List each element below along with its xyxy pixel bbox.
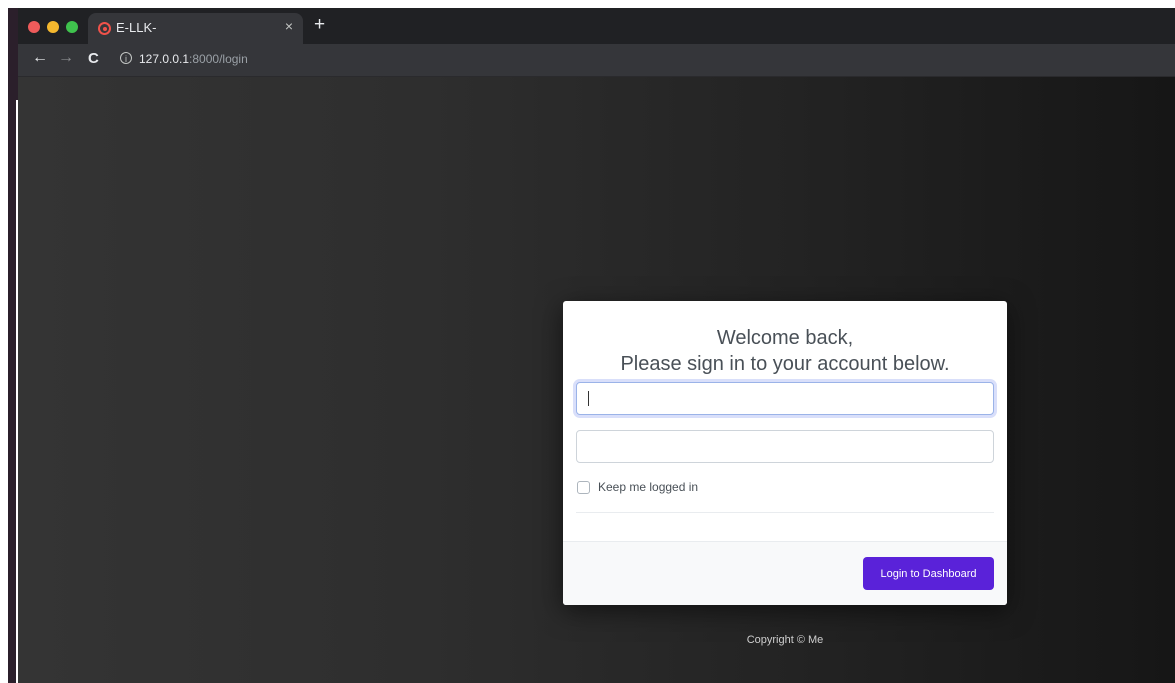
form-divider: [576, 512, 994, 513]
password-field[interactable]: [576, 430, 994, 463]
screen: E-LLK- × + ← → C i 127.0.0.1:8000/login …: [0, 0, 1175, 683]
signin-instruction: Please sign in to your account below.: [620, 353, 950, 375]
url-path: :8000/login: [189, 52, 248, 66]
login-card-footer: Login to Dashboard: [563, 541, 1007, 605]
page-viewport: Welcome back, Please sign in to your acc…: [18, 77, 1175, 683]
tab-bar: E-LLK- × +: [18, 8, 1175, 44]
text-cursor: [588, 391, 589, 406]
maximize-window-button[interactable]: [66, 21, 78, 33]
remember-me-checkbox[interactable]: [577, 481, 590, 494]
address-bar[interactable]: 127.0.0.1:8000/login: [139, 52, 248, 66]
browser-window: E-LLK- × + ← → C i 127.0.0.1:8000/login …: [18, 8, 1175, 683]
tab-title: E-LLK-: [116, 20, 157, 35]
close-tab-icon[interactable]: ×: [285, 18, 293, 34]
url-host: 127.0.0.1: [139, 52, 190, 66]
minimize-window-button[interactable]: [47, 21, 59, 33]
copyright-text: Copyright © Me: [746, 634, 824, 646]
forward-arrow-icon[interactable]: →: [58, 49, 74, 67]
welcome-text: Welcome back,: [716, 327, 854, 349]
remember-me-label[interactable]: Keep me logged in: [598, 480, 698, 494]
target-icon: [98, 22, 111, 35]
close-window-button[interactable]: [28, 21, 40, 33]
back-arrow-icon[interactable]: ←: [32, 49, 48, 67]
site-info-icon[interactable]: i: [120, 52, 132, 64]
email-field[interactable]: [576, 382, 994, 415]
reload-icon[interactable]: C: [88, 50, 99, 67]
tab-e-llk[interactable]: E-LLK- ×: [88, 13, 303, 44]
login-button[interactable]: Login to Dashboard: [863, 557, 994, 590]
login-card: Welcome back, Please sign in to your acc…: [563, 301, 1007, 605]
new-tab-button[interactable]: +: [314, 14, 325, 36]
browser-toolbar: ← → C i 127.0.0.1:8000/login: [18, 44, 1175, 77]
login-heading: Welcome back, Please sign in to your acc…: [563, 325, 1007, 377]
